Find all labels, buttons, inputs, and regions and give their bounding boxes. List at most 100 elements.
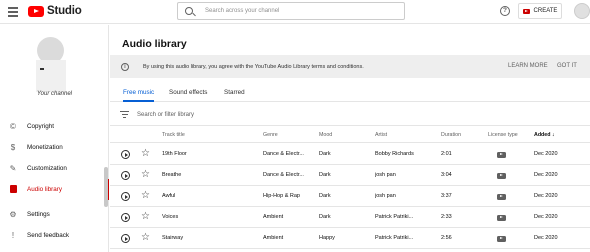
cell-mood: Dark: [319, 214, 331, 220]
search-input[interactable]: Search across your channel: [177, 2, 405, 20]
cell-track-title: 19th Floor: [162, 151, 187, 157]
cell-added-date: Dec 2020: [534, 193, 558, 199]
help-icon[interactable]: ?: [500, 6, 510, 16]
learn-more-button[interactable]: LEARN MORE: [508, 63, 548, 69]
cell-mood: Dark: [319, 193, 331, 199]
main-content: Audio library i By using this audio libr…: [110, 25, 590, 252]
sidebar-item-label: Send feedback: [27, 232, 70, 239]
cell-added-date: Dec 2020: [534, 214, 558, 220]
column-track-title[interactable]: Track title: [162, 132, 185, 138]
search-placeholder: Search across your channel: [205, 8, 280, 14]
youtube-logo-icon: [28, 5, 44, 17]
video-camera-icon: [522, 8, 530, 14]
sidebar-item-label: Audio library: [27, 186, 62, 193]
cell-artist: josh pan: [375, 172, 396, 178]
sidebar-scrollbar[interactable]: [104, 167, 108, 207]
cell-artist: josh pan: [375, 193, 396, 199]
tab-free-music[interactable]: Free music: [123, 89, 155, 102]
sidebar-item-audio-library[interactable]: Audio library: [0, 179, 109, 200]
sidebar-item-send-feedback[interactable]: ! Send feedback: [0, 225, 109, 246]
column-license-type[interactable]: License type: [488, 132, 518, 138]
cell-genre: Ambient: [263, 214, 284, 220]
youtube-license-icon: [497, 173, 506, 179]
column-artist[interactable]: Artist: [375, 132, 387, 138]
sidebar-item-label: Copyright: [27, 123, 54, 130]
channel-name: Your channel: [36, 91, 73, 97]
column-added-label: Added: [534, 132, 551, 138]
youtube-license-icon: [497, 236, 506, 242]
column-mood[interactable]: Mood: [319, 132, 332, 138]
cell-genre: Hip-Hop & Rap: [263, 193, 300, 199]
cell-duration: 2:56: [441, 235, 452, 241]
cell-genre: Dance & Electr...: [263, 151, 304, 157]
sidebar: Your channel © Copyright $ Monetization …: [0, 25, 109, 252]
cell-genre: Dance & Electr...: [263, 172, 304, 178]
page-title: Audio library: [122, 38, 187, 50]
sort-arrow-icon: ↓: [551, 132, 555, 138]
top-bar: Studio Search across your channel ? CREA…: [0, 0, 590, 24]
youtube-license-icon: [497, 215, 506, 221]
table-row[interactable]: ☆ Voices Ambient Dark Patrick Patriki... 2:33…: [110, 207, 590, 228]
cell-track-title: Breathe: [162, 172, 182, 178]
sidebar-item-copyright[interactable]: © Copyright: [0, 116, 109, 137]
channel-image: [36, 60, 66, 92]
cell-track-title: Voices: [162, 214, 179, 220]
star-icon[interactable]: ☆: [141, 169, 150, 181]
column-duration[interactable]: Duration: [441, 132, 461, 138]
tab-sound-effects[interactable]: Sound effects: [169, 89, 207, 102]
column-genre[interactable]: Genre: [263, 132, 278, 138]
menu-icon[interactable]: [8, 7, 18, 17]
play-icon[interactable]: [121, 234, 130, 243]
banner-text: By using this audio library, you agree w…: [143, 63, 364, 70]
star-icon[interactable]: ☆: [141, 211, 150, 223]
cell-artist: Patrick Patriki...: [375, 235, 414, 241]
got-it-button[interactable]: GOT IT: [557, 63, 577, 69]
sidebar-item-label: Settings: [27, 211, 50, 218]
cell-duration: 3:37: [441, 193, 452, 199]
play-icon[interactable]: [121, 171, 130, 180]
cell-duration: 2:33: [441, 214, 452, 220]
copyright-icon: ©: [10, 122, 16, 131]
play-icon[interactable]: [121, 213, 130, 222]
sidebar-item-customization[interactable]: ✎ Customization: [0, 158, 109, 179]
cell-artist: Patrick Patriki...: [375, 214, 414, 220]
cell-added-date: Dec 2020: [534, 235, 558, 241]
account-avatar[interactable]: [574, 3, 590, 19]
cell-genre: Ambient: [263, 235, 284, 241]
cell-duration: 2:01: [441, 151, 452, 157]
cell-mood: Dark: [319, 151, 331, 157]
column-added[interactable]: Added ↓: [534, 132, 555, 138]
table-header: Track title Genre Mood Artist Duration L…: [110, 125, 590, 143]
tab-bar: Free music Sound effects Starred: [110, 83, 590, 102]
cell-track-title: Awful: [162, 193, 176, 199]
filter-icon: [120, 110, 129, 120]
cell-artist: Bobby Richards: [375, 151, 414, 157]
cell-mood: Happy: [319, 235, 335, 241]
sidebar-item-label: Monetization: [27, 144, 63, 151]
sidebar-item-label: Customization: [27, 165, 67, 172]
dollar-icon: $: [10, 143, 16, 152]
studio-logo[interactable]: Studio: [28, 5, 82, 17]
create-button[interactable]: CREATE: [518, 3, 562, 19]
star-icon[interactable]: ☆: [141, 190, 150, 202]
star-icon[interactable]: ☆: [141, 148, 150, 160]
cell-added-date: Dec 2020: [534, 151, 558, 157]
create-label: CREATE: [533, 8, 558, 14]
play-icon[interactable]: [121, 192, 130, 201]
sidebar-item-monetization[interactable]: $ Monetization: [0, 137, 109, 158]
table-row[interactable]: ☆ Stairway Ambient Happy Patrick Patriki... 2…: [110, 228, 590, 249]
sidebar-item-settings[interactable]: ⚙ Settings: [0, 204, 109, 225]
table-row[interactable]: ☆ Breathe Dance & Electr... Dark josh pan 3:0…: [110, 165, 590, 186]
play-icon[interactable]: [121, 150, 130, 159]
filter-placeholder: Search or filter library: [137, 112, 195, 118]
cell-track-title: Stairway: [162, 235, 184, 241]
cell-added-date: Dec 2020: [534, 172, 558, 178]
gear-icon: ⚙: [9, 210, 17, 219]
feedback-icon: !: [11, 231, 15, 240]
star-icon[interactable]: ☆: [141, 232, 150, 244]
audio-library-icon: [7, 184, 19, 195]
table-row[interactable]: ☆ Awful Hip-Hop & Rap Dark josh pan 3:37 Dec 2…: [110, 186, 590, 207]
filter-input[interactable]: Search or filter library: [110, 107, 590, 123]
table-row[interactable]: ☆ 19th Floor Dance & Electr... Dark Bobby Ri…: [110, 144, 590, 165]
tab-starred[interactable]: Starred: [224, 89, 245, 102]
